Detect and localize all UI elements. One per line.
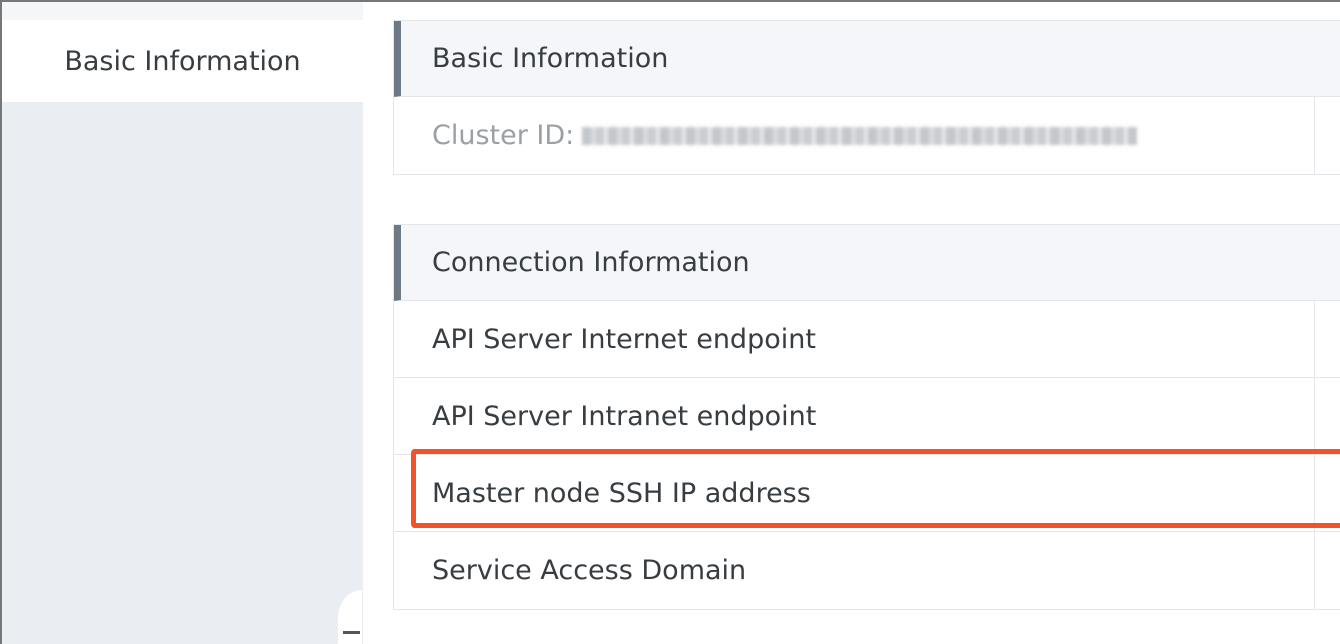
- master-node-ssh-ip-row: Master node SSH IP address: [394, 455, 1340, 532]
- row-label: Service Access Domain: [432, 555, 747, 586]
- api-server-internet-endpoint-row: API Server Internet endpoint: [394, 301, 1340, 378]
- column-divider: [1314, 378, 1315, 454]
- sidebar-item-label: Basic Information: [64, 45, 301, 77]
- cluster-id-value-redacted: [582, 126, 1138, 145]
- panel-header: Basic Information: [394, 21, 1340, 97]
- cluster-id-row: Cluster ID:: [394, 97, 1340, 174]
- row-label: API Server Intranet endpoint: [432, 400, 817, 432]
- sidebar: Basic Information: [2, 2, 363, 644]
- row-label: API Server Internet endpoint: [432, 323, 816, 355]
- panel-title: Connection Information: [432, 247, 750, 278]
- row-label: Master node SSH IP address: [432, 477, 811, 509]
- panel-header: Connection Information: [394, 225, 1340, 301]
- basic-information-panel: Basic Information Cluster ID:: [393, 20, 1340, 175]
- column-divider: [1314, 532, 1315, 609]
- sidebar-top-strip: [2, 2, 363, 20]
- main-content: Basic Information Cluster ID: Connection…: [363, 2, 1340, 644]
- column-divider: [1314, 301, 1315, 377]
- cluster-id-label: Cluster ID:: [432, 120, 575, 151]
- column-divider: [1314, 455, 1315, 531]
- collapse-menu-icon[interactable]: [343, 631, 360, 644]
- connection-information-panel: Connection Information API Server Intern…: [393, 224, 1340, 610]
- panel-title: Basic Information: [432, 43, 669, 74]
- service-access-domain-row: Service Access Domain: [394, 532, 1340, 609]
- sidebar-item-basic-information[interactable]: Basic Information: [2, 20, 363, 102]
- api-server-intranet-endpoint-row: API Server Intranet endpoint: [394, 378, 1340, 455]
- column-divider: [1314, 97, 1315, 174]
